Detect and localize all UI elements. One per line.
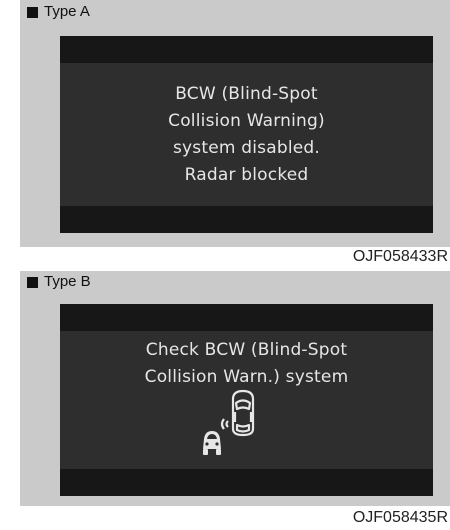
message-line: Radar blocked bbox=[184, 165, 309, 185]
display-top-bar bbox=[60, 304, 433, 331]
type-b-display: Check BCW (Blind-Spot Collision Warn.) s… bbox=[60, 304, 433, 496]
type-b-heading: Type B bbox=[27, 273, 91, 291]
square-bullet-icon bbox=[27, 276, 38, 288]
figure-code-a: OJF058433R bbox=[352, 248, 448, 265]
message-line: system disabled. bbox=[172, 138, 321, 158]
square-bullet-icon bbox=[27, 6, 38, 18]
type-b-label: Type B bbox=[44, 273, 91, 290]
display-bottom-bar bbox=[60, 206, 433, 233]
display-top-bar bbox=[60, 36, 433, 63]
type-a-display: BCW (Blind-Spot Collision Warning) syste… bbox=[60, 36, 433, 233]
type-b-message: Check BCW (Blind-Spot Collision Warn.) s… bbox=[60, 337, 433, 391]
message-line: Collision Warning) bbox=[168, 111, 325, 131]
type-a-message: BCW (Blind-Spot Collision Warning) syste… bbox=[60, 81, 433, 189]
type-a-label: Type A bbox=[44, 3, 90, 20]
message-line: Collision Warn.) system bbox=[144, 367, 349, 387]
display-bottom-bar bbox=[60, 469, 433, 496]
message-line: Check BCW (Blind-Spot bbox=[145, 340, 348, 360]
message-line: BCW (Blind-Spot bbox=[175, 84, 318, 104]
type-a-heading: Type A bbox=[27, 3, 90, 21]
figure-code-b: OJF058435R bbox=[352, 509, 448, 526]
blind-spot-cars-icon bbox=[203, 389, 255, 455]
